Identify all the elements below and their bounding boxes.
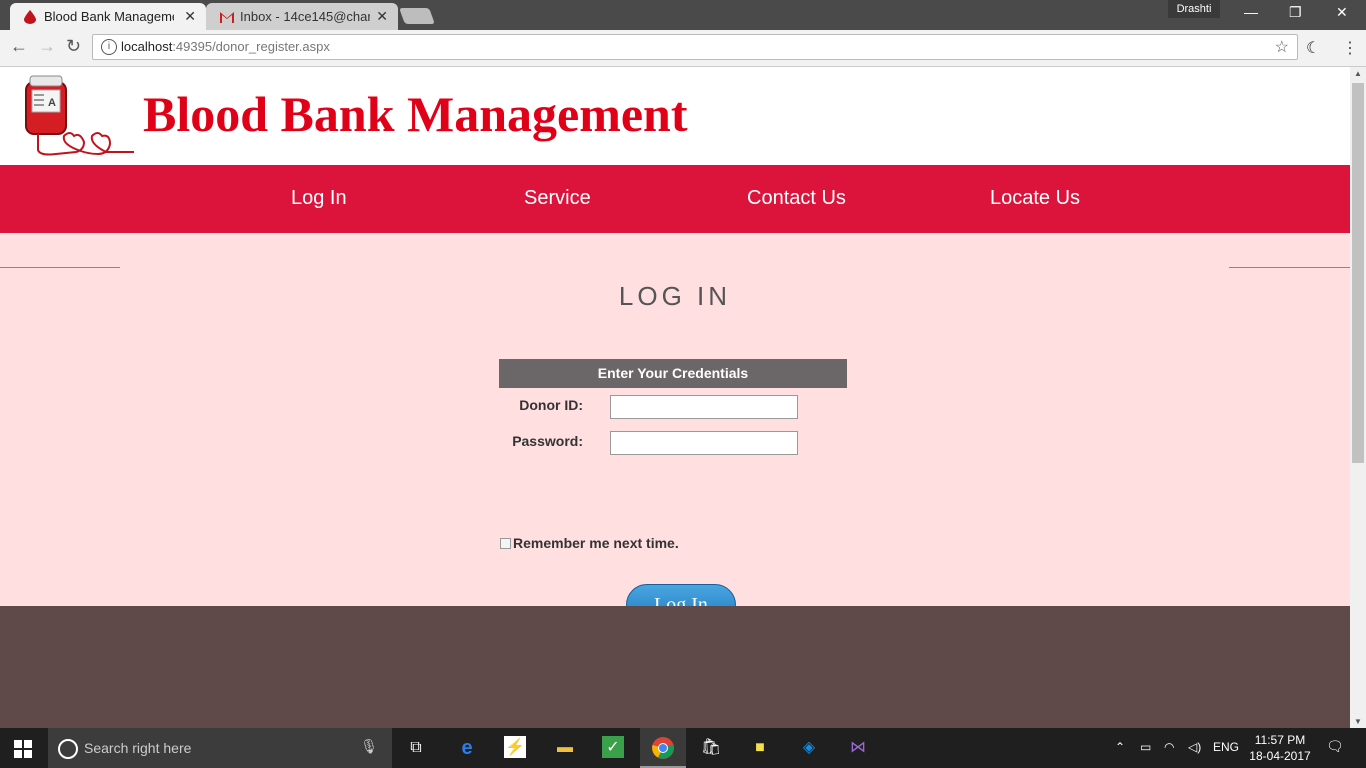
restore-icon[interactable]: ❐ <box>1289 4 1302 21</box>
tray-expand-icon[interactable]: ⌃ <box>1115 740 1125 754</box>
app-icon[interactable]: ⚡ <box>504 736 526 758</box>
back-icon[interactable]: ← <box>10 36 28 57</box>
gmail-icon <box>220 12 234 23</box>
taskbar-clock[interactable]: 11:57 PM 18-04-2017 <box>1248 732 1312 764</box>
close-window-icon[interactable]: ✕ <box>1336 4 1348 21</box>
svg-text:A: A <box>48 97 56 109</box>
password-label: Password: <box>512 433 583 449</box>
new-tab-button[interactable] <box>399 8 435 24</box>
page-viewport: A Blood Bank Management Log In Service C… <box>0 67 1350 728</box>
volume-icon[interactable]: ◁) <box>1188 740 1201 754</box>
credentials-panel-title: Enter Your Credentials <box>499 359 847 388</box>
sticky-notes-icon[interactable]: ■ <box>748 736 772 760</box>
tab-label: Inbox - 14ce145@charus <box>240 9 370 24</box>
wifi-icon[interactable]: ◠ <box>1164 740 1174 754</box>
donor-id-input[interactable] <box>610 395 798 419</box>
address-bar[interactable]: i localhost:49395/donor_register.aspx ☆ <box>92 34 1298 60</box>
extension-icon[interactable]: ☾ <box>1306 38 1320 58</box>
nav-login[interactable]: Log In <box>291 187 347 210</box>
search-placeholder: Search right here <box>84 740 192 756</box>
clock-date: 18-04-2017 <box>1249 749 1311 763</box>
login-section: LOG IN Enter Your Credentials Donor ID: … <box>0 233 1350 626</box>
language-indicator[interactable]: ENG <box>1213 740 1239 754</box>
reload-icon[interactable]: ↻ <box>66 36 81 57</box>
edge-icon[interactable]: e <box>455 736 479 760</box>
battery-icon[interactable]: ▭ <box>1140 740 1151 754</box>
app-green-icon[interactable]: ✓ <box>602 736 624 758</box>
file-explorer-icon[interactable]: ▬ <box>553 736 577 760</box>
page-scrollbar[interactable]: ▲ ▼ <box>1350 67 1366 728</box>
forward-icon[interactable]: → <box>38 36 56 57</box>
main-nav: Log In Service Contact Us Locate Us <box>0 165 1350 233</box>
blood-bag-logo: A <box>25 75 134 156</box>
nav-locate-us[interactable]: Locate Us <box>990 187 1080 210</box>
divider-line <box>1229 267 1350 268</box>
site-header: A Blood Bank Management <box>0 67 1350 165</box>
blood-drop-icon <box>24 10 36 24</box>
password-input[interactable] <box>610 431 798 455</box>
tab-inbox[interactable]: Inbox - 14ce145@charus ✕ <box>206 3 398 30</box>
chrome-taskbar-active[interactable] <box>640 728 686 768</box>
nav-service[interactable]: Service <box>524 187 591 210</box>
tab-label: Blood Bank Management <box>44 9 174 24</box>
store-icon[interactable]: 🛍 <box>699 736 723 760</box>
scroll-up-icon[interactable]: ▲ <box>1354 69 1362 78</box>
remember-me-label[interactable]: Remember me next time. <box>513 535 679 551</box>
cortana-icon <box>58 739 78 759</box>
page-footer <box>0 606 1350 728</box>
scroll-down-icon[interactable]: ▼ <box>1354 717 1362 726</box>
browser-toolbar: ← → ↻ i localhost:49395/donor_register.a… <box>0 30 1366 67</box>
close-tab-icon[interactable]: ✕ <box>376 8 388 25</box>
remember-me-checkbox[interactable] <box>500 538 511 549</box>
nav-contact-us[interactable]: Contact Us <box>747 187 846 210</box>
profile-button[interactable]: Drashti <box>1168 0 1220 18</box>
tab-blood-bank[interactable]: Blood Bank Management ✕ <box>10 3 206 30</box>
chrome-icon <box>652 737 674 759</box>
donor-id-label: Donor ID: <box>519 397 583 413</box>
windows-taskbar: Search right here 🎙 ⧉ e ⚡ ▬ ✓ 🛍 ■ ◈ ⋈ ⌃ … <box>0 728 1366 768</box>
info-icon[interactable]: i <box>101 39 117 55</box>
page-heading: LOG IN <box>618 281 732 311</box>
scrollbar-thumb[interactable] <box>1352 83 1364 463</box>
kebab-menu-icon[interactable]: ⋮ <box>1342 38 1358 58</box>
clock-time: 11:57 PM <box>1254 733 1306 747</box>
taskbar-search[interactable]: Search right here 🎙 <box>48 728 392 768</box>
url-text: localhost:49395/donor_register.aspx <box>121 39 330 54</box>
visual-studio-icon[interactable]: ⋈ <box>846 736 870 760</box>
windows-start-icon[interactable] <box>14 740 32 758</box>
browser-tabstrip: Blood Bank Management ✕ Inbox - 14ce145@… <box>0 0 1366 30</box>
minimize-icon[interactable]: — <box>1244 4 1258 20</box>
bookmark-star-icon[interactable]: ☆ <box>1275 37 1289 57</box>
notification-icon[interactable]: 🗨 <box>1326 738 1344 755</box>
site-title: Blood Bank Management <box>143 86 688 142</box>
task-view-icon[interactable]: ⧉ <box>404 736 428 760</box>
divider-line <box>0 267 120 268</box>
close-tab-icon[interactable]: ✕ <box>184 8 196 25</box>
teamviewer-icon[interactable]: ◈ <box>797 736 821 760</box>
microphone-icon[interactable]: 🎙 <box>360 738 378 755</box>
